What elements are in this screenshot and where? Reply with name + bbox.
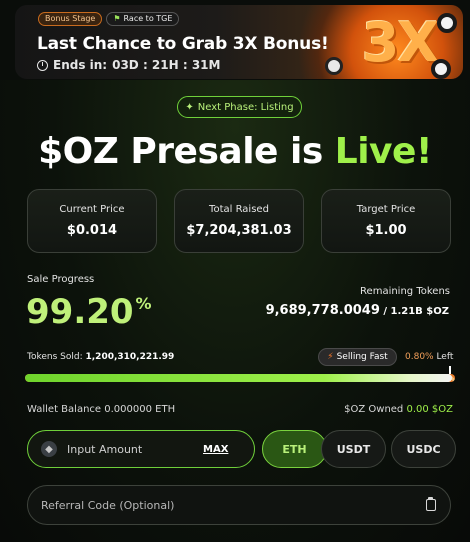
countdown-timer: Ends in: 03D : 21H : 31M	[37, 58, 220, 72]
current-price-card: Current Price $0.014	[27, 189, 157, 253]
timer-label: Ends in:	[53, 58, 108, 72]
sale-progress-label: Sale Progress	[27, 274, 95, 285]
bolt-icon: ⚡	[327, 352, 334, 362]
race-to-tge-tag: ⚑ Race to TGE	[106, 12, 180, 26]
currency-usdt-button[interactable]: USDT	[321, 430, 386, 468]
eth-icon: ◆	[41, 441, 57, 457]
sale-progress-fill	[25, 374, 452, 382]
currency-usdc-button[interactable]: USDC	[391, 430, 456, 468]
referral-code-box[interactable]	[27, 485, 451, 525]
oz-owned: $OZ Owned 0.00 $OZ	[344, 404, 453, 415]
wallet-balance: Wallet Balance 0.000000 ETH	[27, 404, 176, 415]
card-label: Total Raised	[209, 204, 269, 215]
card-label: Target Price	[356, 204, 416, 215]
clipboard-icon[interactable]	[426, 497, 436, 511]
max-button[interactable]: MAX	[203, 444, 228, 455]
target-price-card: Target Price $1.00	[321, 189, 451, 253]
sale-progress-bar	[25, 374, 455, 382]
selling-fast-badge: ⚡ Selling Fast	[318, 348, 397, 366]
remaining-tokens-value: 9,689,778.0049 / 1.21B $OZ	[265, 303, 449, 318]
bonus-3x-graphic: 3X	[361, 11, 439, 74]
clock-icon	[37, 59, 48, 71]
banner-tags: Bonus Stage ⚑ Race to TGE	[38, 12, 180, 26]
sale-progress-percent: 99.20%	[26, 292, 152, 332]
card-value: $0.014	[66, 223, 118, 238]
page-title: $OZ Presale is Live!	[38, 131, 432, 172]
promo-banner[interactable]: 3X Bonus Stage ⚑ Race to TGE Last Chance…	[15, 5, 463, 79]
next-phase-label: Next Phase: Listing	[197, 101, 294, 113]
amount-input-box[interactable]: ◆ MAX	[27, 430, 255, 468]
remaining-tokens-label: Remaining Tokens	[360, 286, 450, 297]
orb-icon	[325, 57, 343, 75]
tokens-sold: Tokens Sold: 1,200,310,221.99	[27, 352, 175, 362]
total-raised-card: Total Raised $7,204,381.03	[174, 189, 304, 253]
percent-left: 0.80% Left	[405, 352, 454, 362]
timer-value: 03D : 21H : 31M	[112, 58, 221, 72]
card-value: $7,204,381.03	[186, 223, 292, 238]
orb-icon	[431, 59, 451, 79]
sparkle-icon: ✦	[185, 101, 194, 113]
card-value: $1.00	[365, 223, 407, 238]
progress-marker	[449, 366, 451, 374]
amount-input[interactable]	[67, 442, 197, 456]
flag-icon: ⚑	[113, 14, 121, 23]
banner-title: Last Chance to Grab 3X Bonus!	[37, 34, 329, 54]
card-label: Current Price	[59, 204, 125, 215]
bonus-stage-tag: Bonus Stage	[38, 12, 103, 26]
referral-code-input[interactable]	[41, 498, 426, 512]
currency-eth-button[interactable]: ETH	[262, 430, 327, 468]
orb-icon	[437, 13, 457, 33]
next-phase-pill: ✦ Next Phase: Listing	[177, 96, 302, 118]
